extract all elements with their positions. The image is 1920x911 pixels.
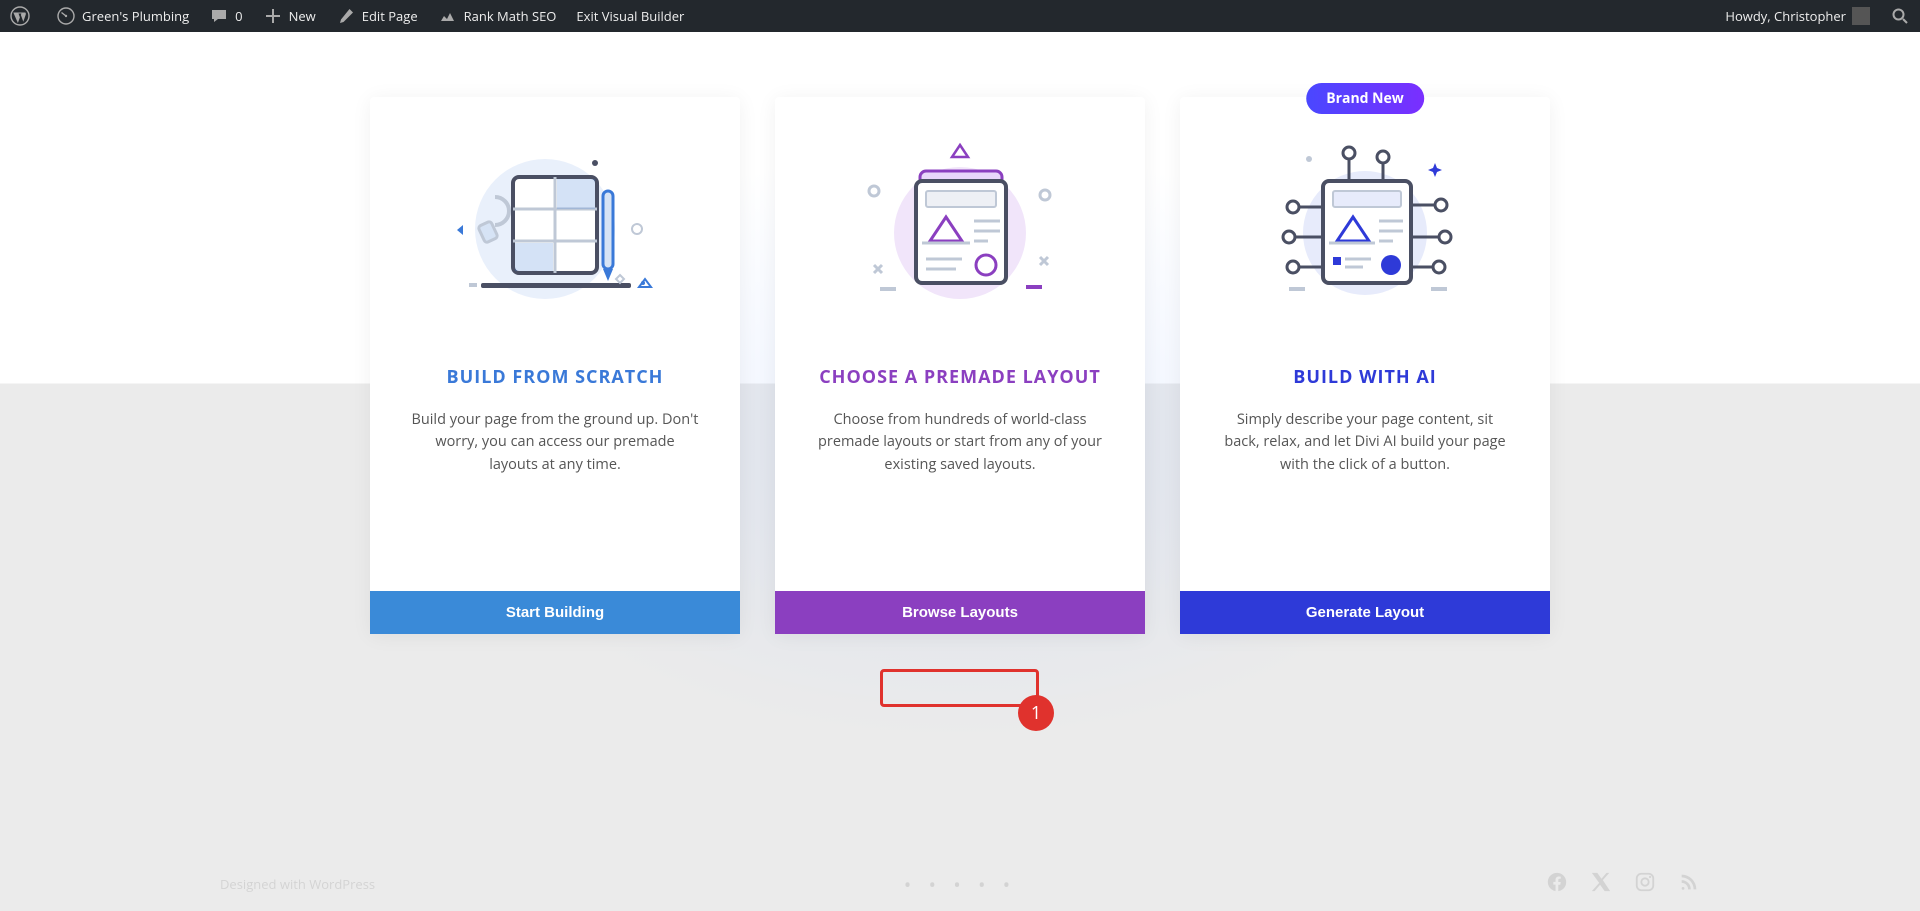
ai-illustration [1180, 97, 1550, 317]
card-build-from-scratch: BUILD FROM SCRATCH Build your page from … [370, 97, 740, 634]
start-building-button[interactable]: Start Building [370, 591, 740, 634]
card-premade-layout: CHOOSE A PREMADE LAYOUT Choose from hund… [775, 97, 1145, 634]
search-menu[interactable] [1880, 0, 1920, 32]
site-title: Green's Plumbing [82, 7, 189, 25]
rss-icon[interactable] [1678, 871, 1700, 897]
brand-new-badge: Brand New [1306, 83, 1424, 114]
wordpress-icon [10, 6, 30, 26]
twitter-icon[interactable] [1590, 871, 1612, 897]
onboarding-cards-row: BUILD FROM SCRATCH Build your page from … [370, 32, 1550, 634]
instagram-icon[interactable] [1634, 871, 1656, 897]
premade-card-title: CHOOSE A PREMADE LAYOUT [775, 365, 1145, 389]
site-name-menu[interactable]: Green's Plumbing [46, 0, 199, 32]
annotation-highlight [880, 669, 1039, 707]
faint-footer: Designed with WordPress • • • • • [220, 871, 1700, 897]
comments-count: 0 [235, 7, 242, 25]
page-backdrop: BUILD FROM SCRATCH Build your page from … [0, 32, 1920, 911]
rank-math-menu[interactable]: Rank Math SEO [428, 0, 567, 32]
card-build-with-ai: Brand New [1180, 97, 1550, 634]
new-content-menu[interactable]: New [253, 0, 326, 32]
avatar [1852, 7, 1870, 25]
plus-icon [263, 6, 283, 26]
search-icon [1890, 6, 1910, 26]
my-account-menu[interactable]: Howdy, Christopher [1715, 0, 1880, 32]
premade-illustration [775, 97, 1145, 317]
premade-card-description: Choose from hundreds of world-class prem… [775, 409, 1145, 476]
scratch-illustration [370, 97, 740, 317]
annotation-number-badge: 1 [1018, 695, 1054, 731]
edit-page-menu[interactable]: Edit Page [326, 0, 428, 32]
comments-menu[interactable]: 0 [199, 0, 252, 32]
footer-social-icons [1546, 871, 1700, 897]
pencil-icon [336, 6, 356, 26]
ai-card-description: Simply describe your page content, sit b… [1180, 409, 1550, 476]
dashboard-icon [56, 6, 76, 26]
generate-layout-button[interactable]: Generate Layout [1180, 591, 1550, 634]
comments-icon [209, 6, 229, 26]
rank-math-icon [438, 6, 458, 26]
footer-dots: • • • • • [904, 871, 1016, 898]
scratch-card-description: Build your page from the ground up. Don'… [370, 409, 740, 476]
wp-logo-menu[interactable] [0, 0, 46, 32]
exit-visual-builder-menu[interactable]: Exit Visual Builder [566, 0, 694, 32]
footer-text: Designed with WordPress [220, 875, 375, 893]
facebook-icon[interactable] [1546, 871, 1568, 897]
howdy-text: Howdy, Christopher [1725, 7, 1846, 25]
wp-admin-bar: Green's Plumbing 0 New Edit Page Rank Ma… [0, 0, 1920, 32]
scratch-card-title: BUILD FROM SCRATCH [370, 365, 740, 389]
ai-card-title: BUILD WITH AI [1180, 365, 1550, 389]
rank-math-label: Rank Math SEO [464, 7, 557, 25]
exit-visual-builder-label: Exit Visual Builder [576, 7, 684, 25]
browse-layouts-button[interactable]: Browse Layouts [775, 591, 1145, 634]
edit-page-label: Edit Page [362, 7, 418, 25]
new-label: New [289, 7, 316, 25]
